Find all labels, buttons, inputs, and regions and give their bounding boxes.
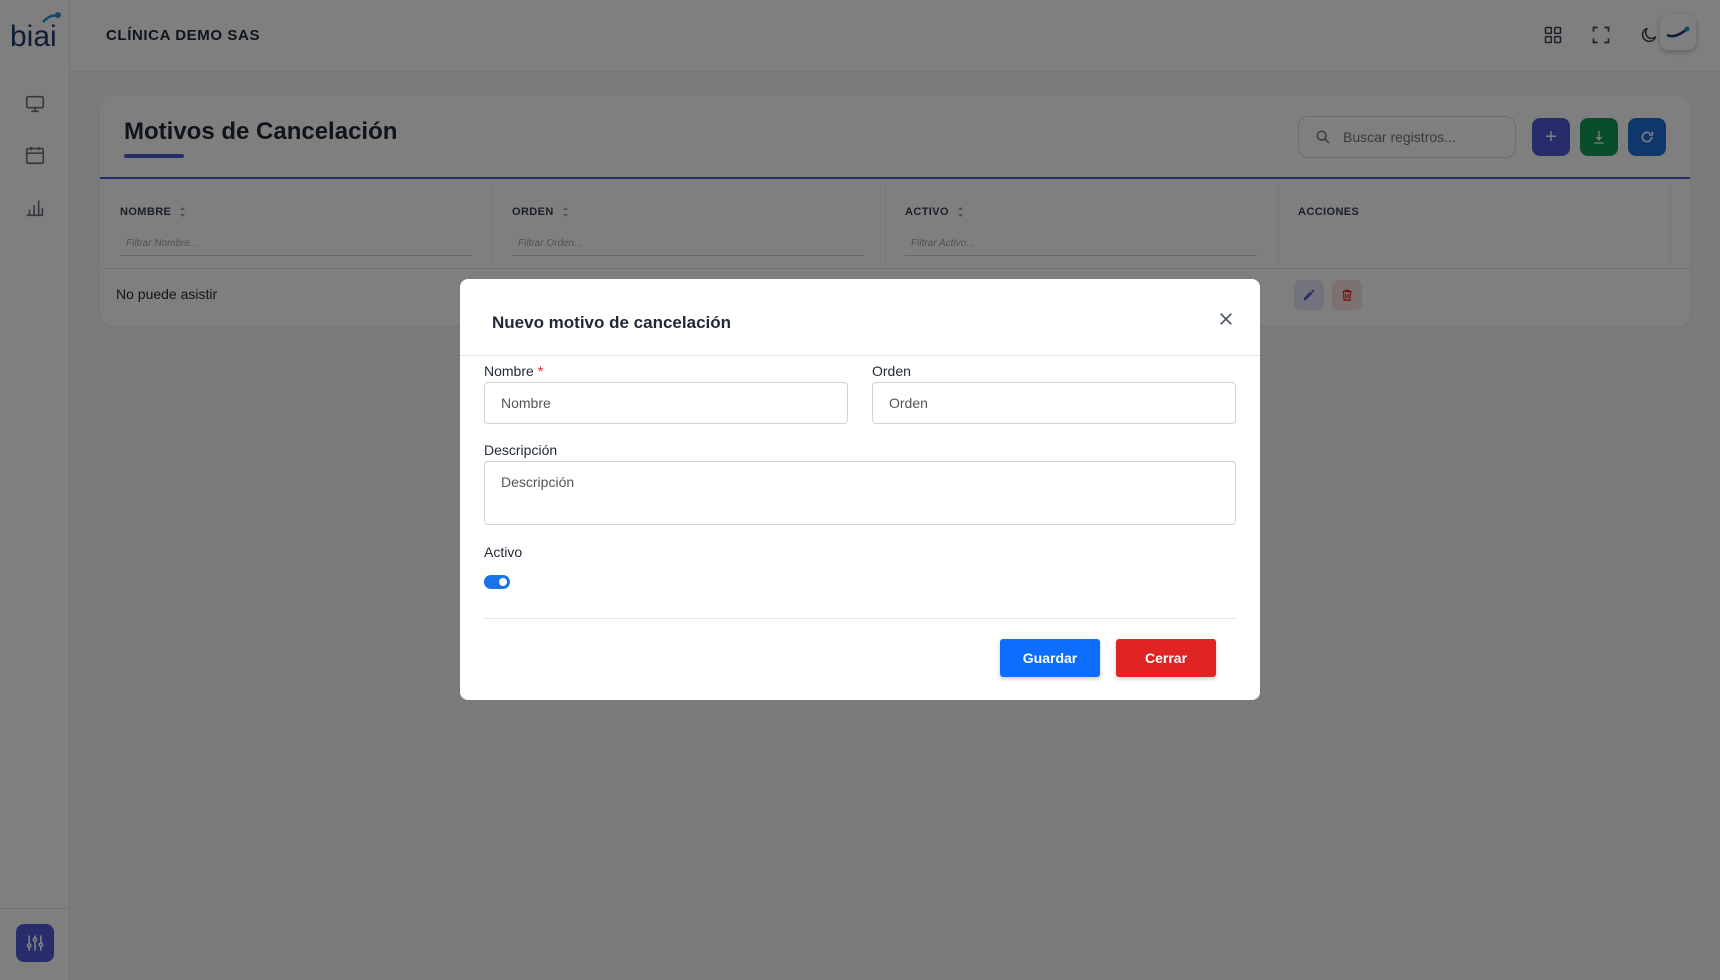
toggle-knob xyxy=(499,578,507,586)
modal-header-divider xyxy=(460,355,1260,356)
nombre-label-text: Nombre xyxy=(484,363,534,379)
save-button[interactable]: Guardar xyxy=(1000,639,1100,677)
modal-footer-divider xyxy=(484,618,1236,619)
descripcion-textarea[interactable] xyxy=(484,461,1236,525)
modal-title: Nuevo motivo de cancelación xyxy=(492,313,732,332)
activo-toggle[interactable] xyxy=(484,575,510,589)
close-button[interactable]: Cerrar xyxy=(1116,639,1216,677)
new-cancellation-reason-dialog: Nuevo motivo de cancelación Nombre* Orde… xyxy=(460,279,1260,700)
orden-input[interactable] xyxy=(872,382,1236,424)
activo-label: Activo xyxy=(484,544,523,560)
required-mark: * xyxy=(537,363,544,379)
orden-label: Orden xyxy=(872,363,911,379)
nombre-label: Nombre * xyxy=(484,363,543,379)
nombre-input[interactable] xyxy=(484,382,848,424)
close-icon[interactable] xyxy=(1216,309,1236,329)
descripcion-label: Descripción xyxy=(484,442,558,458)
